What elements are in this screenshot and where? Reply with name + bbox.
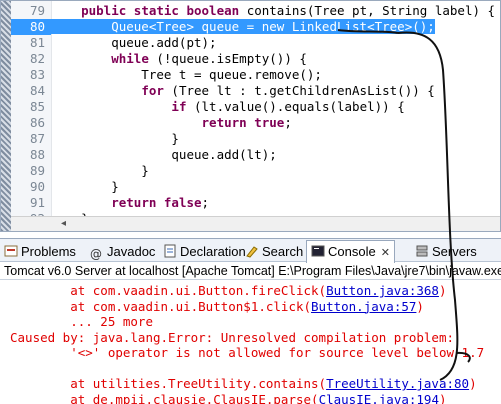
line-number: 86	[29, 115, 45, 130]
line-number: 91	[29, 195, 45, 210]
code-text: for (Tree lt : t.getChildrenAsList()) {	[141, 83, 435, 98]
line-number: 87	[29, 131, 45, 146]
line-number: 83	[29, 67, 45, 82]
console-output[interactable]: at com.vaadin.ui.Button.fireClick(Button…	[0, 281, 501, 404]
code-text: while (!queue.isEmpty()) {	[111, 51, 307, 66]
code-line[interactable]: 86 return true;	[11, 115, 491, 131]
code-line[interactable]: 82 while (!queue.isEmpty()) {	[11, 51, 491, 67]
tab-servers[interactable]: Servers	[415, 242, 477, 261]
editor-ruler	[1, 1, 11, 231]
line-number: 85	[29, 99, 45, 114]
code-text: }	[51, 163, 149, 178]
code-line[interactable]: 91 return false;	[11, 195, 491, 211]
line-number: 79	[29, 3, 45, 18]
console-line: Caused by: java.lang.Error: Unresolved c…	[10, 330, 454, 346]
console-line: at com.vaadin.ui.Button.fireClick(Button…	[10, 283, 447, 299]
console-line: at com.vaadin.ui.Button$1.click(Button.j…	[10, 299, 424, 315]
tab-label: Declaration	[180, 244, 246, 259]
console-text: at utilities.TreeUtility.contains(	[10, 376, 327, 391]
close-icon[interactable]: ✕	[381, 247, 390, 259]
code-editor[interactable]: 79 public static boolean contains(Tree p…	[0, 0, 501, 232]
line-number: 89	[29, 163, 45, 178]
scroll-left-icon[interactable]: ◂	[61, 218, 66, 229]
line-number: 84	[29, 83, 45, 98]
code-line[interactable]: 90 }	[11, 179, 491, 195]
console-line: at de.mpii.clausie.ClausIE.parse(ClausIE…	[10, 391, 447, 404]
line-number: 88	[29, 147, 45, 162]
console-text: Caused by: java.lang.Error: Unresolved c…	[10, 329, 455, 345]
console-text-suffix: )	[438, 283, 447, 298]
code-text: return true;	[201, 115, 292, 130]
stacktrace-link[interactable]: TreeUtility.java:80	[326, 376, 469, 391]
line-number: 90	[29, 179, 45, 194]
console-line: '<>' operator is not allowed for source …	[10, 345, 484, 361]
console-line: at utilities.TreeUtility.contains(TreeUt…	[10, 376, 477, 392]
code-text: return false;	[111, 195, 210, 210]
code-line[interactable]: 84 for (Tree lt : t.getChildrenAsList())…	[11, 83, 491, 99]
console-text: ... 25 more	[10, 314, 153, 329]
code-text: if (lt.value().equals(label)) {	[171, 99, 405, 114]
console-text-suffix: )	[438, 391, 447, 404]
tab-label: Console	[328, 244, 376, 259]
code-text: }	[51, 131, 179, 146]
code-text: Tree t = queue.remove();	[51, 67, 322, 82]
javadoc-icon: @	[90, 247, 102, 261]
code-line[interactable]: 83 Tree t = queue.remove();	[11, 67, 491, 83]
stacktrace-link[interactable]: Button.java:368	[326, 283, 439, 298]
tab-console[interactable]: Console ✕	[306, 240, 395, 263]
code-line[interactable]: 89 }	[11, 163, 491, 179]
declaration-icon	[163, 244, 177, 258]
console-text-suffix: )	[416, 298, 424, 314]
console-text: '<>' operator is not allowed for source …	[10, 345, 485, 360]
code-line[interactable]: 87 }	[11, 131, 491, 147]
tab-label: Javadoc	[107, 244, 156, 259]
tab-javadoc[interactable]: @ Javadoc	[90, 242, 155, 261]
code-line[interactable]: 79 public static boolean contains(Tree p…	[11, 3, 495, 19]
search-icon	[245, 244, 259, 258]
bottom-panel-tabs: Problems @ Javadoc Declaration Search Con…	[0, 238, 501, 263]
line-number: 81	[29, 35, 45, 50]
problems-icon	[4, 244, 18, 258]
console-text: at de.mpii.clausie.ClausIE.parse(	[10, 391, 319, 404]
console-text: at com.vaadin.ui.Button.fireClick(	[10, 283, 327, 298]
console-text-suffix: )	[469, 376, 477, 391]
code-line[interactable]: 88 queue.add(lt);	[11, 147, 491, 163]
editor-horizontal-scrollbar[interactable]: ◂	[11, 216, 500, 231]
tab-problems[interactable]: Problems	[4, 242, 76, 261]
code-text: queue.add(pt);	[51, 35, 217, 50]
code-line[interactable]: 81 queue.add(pt);	[11, 35, 491, 51]
tab-declaration[interactable]: Declaration	[163, 242, 246, 261]
stacktrace-link[interactable]: ClausIE.java:194	[319, 392, 439, 404]
servers-icon	[415, 244, 429, 258]
code-text: public static boolean contains(Tree pt, …	[81, 3, 496, 18]
tab-label: Problems	[21, 244, 76, 259]
code-line[interactable]: 80 Queue<Tree> queue = new LinkedList<Tr…	[11, 19, 491, 35]
stacktrace-link[interactable]: Button.java:57	[311, 299, 416, 314]
console-icon	[311, 243, 325, 257]
code-text: queue.add(lt);	[51, 147, 277, 162]
line-number: 80	[11, 19, 51, 35]
tab-search[interactable]: Search	[245, 242, 303, 261]
console-title: Tomcat v6.0 Server at localhost [Apache …	[0, 262, 501, 280]
code-text: Queue<Tree> queue = new LinkedList<Tree>…	[51, 19, 435, 34]
console-text: at com.vaadin.ui.Button$1.click(	[10, 298, 312, 314]
tab-label: Search	[262, 244, 304, 259]
code-line[interactable]: 85 if (lt.value().equals(label)) {	[11, 99, 491, 115]
tab-label: Servers	[432, 244, 477, 259]
code-text: }	[51, 179, 119, 194]
console-line: ... 25 more	[10, 314, 153, 330]
line-number: 82	[29, 51, 45, 66]
